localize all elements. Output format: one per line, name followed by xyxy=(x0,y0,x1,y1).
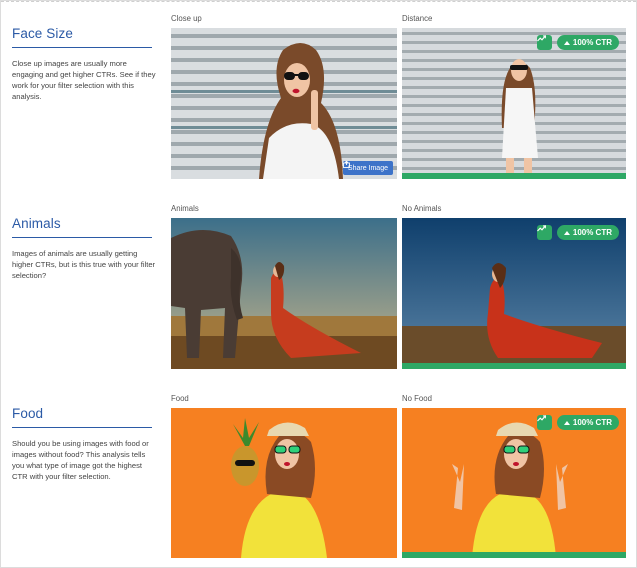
section-description: Should you be using images with food or … xyxy=(12,439,149,481)
trending-up-icon xyxy=(536,225,552,240)
closeup-photo xyxy=(171,28,397,179)
right-caption: Distance xyxy=(402,14,433,23)
ctr-badges: 100% CTR xyxy=(536,225,619,240)
winner-bar xyxy=(402,552,626,558)
food-image[interactable] xyxy=(171,408,397,558)
ctr-badges: 100% CTR xyxy=(536,35,619,50)
left-caption: Close up xyxy=(171,14,202,23)
title-divider xyxy=(12,47,152,48)
ctr-badge: 100% CTR xyxy=(556,35,619,50)
right-caption: No Animals xyxy=(402,204,442,213)
ctr-badge: 100% CTR xyxy=(556,415,619,430)
closeup-image[interactable]: Share Image xyxy=(171,28,397,179)
section-sidebar: Food Should you be using images with foo… xyxy=(12,406,158,482)
ctr-label: 100% CTR xyxy=(572,38,612,47)
section-title: Animals xyxy=(12,216,61,231)
ctr-badges: 100% CTR xyxy=(536,415,619,430)
caret-up-icon xyxy=(563,420,570,425)
no-animals-image[interactable]: 100% CTR xyxy=(402,218,626,369)
section-sidebar: Face Size Close up images are usually mo… xyxy=(12,26,158,102)
winner-bar xyxy=(402,363,626,369)
animals-image[interactable] xyxy=(171,218,397,369)
right-caption: No Food xyxy=(402,394,432,403)
no-animals-photo xyxy=(402,218,626,369)
section-title: Face Size xyxy=(12,26,73,41)
ctr-label: 100% CTR xyxy=(572,418,612,427)
food-photo xyxy=(171,408,397,558)
caret-up-icon xyxy=(563,40,570,45)
trending-up-icon xyxy=(536,415,552,430)
title-divider xyxy=(12,237,152,238)
left-caption: Food xyxy=(171,394,189,403)
section-description: Close up images are usually more engagin… xyxy=(12,59,156,101)
no-food-photo xyxy=(402,408,626,558)
animals-photo xyxy=(171,218,397,369)
no-food-image[interactable]: 100% CTR xyxy=(402,408,626,558)
share-image-button[interactable]: Share Image xyxy=(342,161,393,175)
share-image-label: Share Image xyxy=(347,164,388,172)
section-title: Food xyxy=(12,406,44,421)
section-sidebar: Animals Images of animals are usually ge… xyxy=(12,216,158,281)
winner-bar xyxy=(402,173,626,179)
caret-up-icon xyxy=(563,230,570,235)
trending-up-icon xyxy=(536,35,552,50)
ctr-label: 100% CTR xyxy=(572,228,612,237)
ctr-badge: 100% CTR xyxy=(556,225,619,240)
section-description: Images of animals are usually getting hi… xyxy=(12,249,156,280)
title-divider xyxy=(12,427,152,428)
distance-image[interactable]: 100% CTR xyxy=(402,28,626,179)
distance-photo xyxy=(402,28,626,179)
share-icon xyxy=(342,161,350,168)
left-caption: Animals xyxy=(171,204,199,213)
